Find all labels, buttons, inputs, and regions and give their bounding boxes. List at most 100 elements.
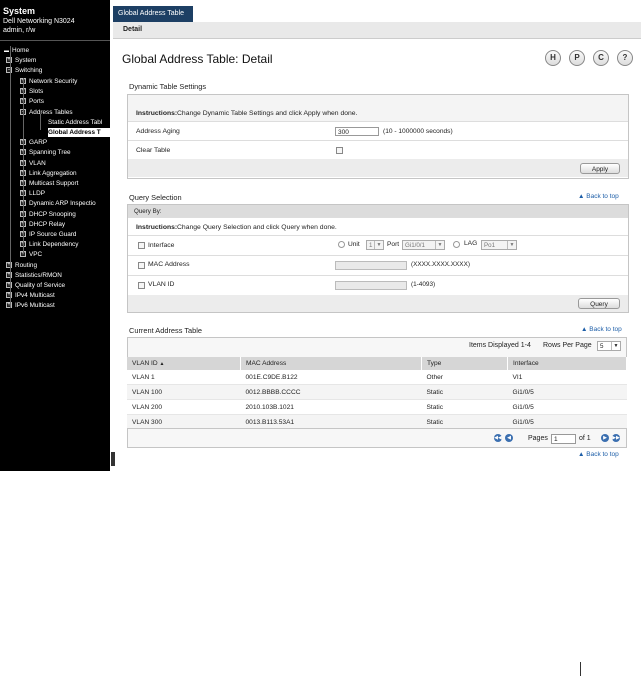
column-header-interface[interactable]: Interface (507, 357, 627, 370)
home-icon: ▬ (4, 48, 9, 54)
sidebar-item[interactable]: ▬ Home (4, 46, 29, 55)
collapse-icon[interactable]: - (6, 67, 12, 74)
mac-address-checkbox[interactable] (138, 262, 145, 269)
column-label: Interface (513, 360, 539, 367)
sidebar-item[interactable]: +IP Source Guard (20, 230, 76, 239)
column-header-vlan-id[interactable]: VLAN ID ▲ (127, 357, 241, 370)
sidebar-item[interactable]: + IPv6 Multicast (6, 301, 55, 310)
table-cell: VLAN 1 (127, 370, 241, 385)
sidebar-item-label: Home (12, 47, 30, 54)
lag-select[interactable]: Po1 ▼ (481, 240, 517, 250)
table-row[interactable]: VLAN 200 2010.103B.1021 Static Gi1/0/5 (127, 399, 627, 415)
back-to-top-link[interactable]: ▲ Back to top (578, 193, 619, 200)
vlan-id-checkbox[interactable] (138, 282, 145, 289)
rows-per-page-select[interactable]: 5 ▼ (597, 341, 621, 351)
unit-select[interactable]: 1 ▼ (366, 240, 384, 250)
sidebar-item[interactable]: +GARP (20, 138, 47, 147)
sidebar-item-label: Dynamic ARP Inspectio (29, 200, 96, 207)
table-row[interactable]: VLAN 100 0012.BBBB.CCCC Static Gi1/0/5 (127, 384, 627, 400)
tab-bar: Global Address Table (113, 6, 641, 22)
query-button[interactable]: Query (578, 298, 620, 309)
page-title: Global Address Table: Detail (122, 52, 273, 66)
unit-label: Unit (348, 241, 360, 248)
apply-bar: Apply (128, 159, 628, 177)
clear-table-row: Clear Table (128, 140, 628, 160)
sidebar-item[interactable]: +Dynamic ARP Inspectio (20, 199, 96, 208)
expand-icon[interactable]: + (6, 57, 12, 64)
interface-checkbox[interactable] (138, 242, 145, 249)
back-to-top-link[interactable]: ▲ Back to top (581, 326, 622, 333)
clear-table-checkbox[interactable] (336, 147, 343, 154)
sidebar-item-label: DHCP Relay (29, 221, 66, 228)
unit-radio[interactable] (338, 241, 345, 248)
sidebar-item[interactable]: Global Address T (48, 128, 110, 137)
sidebar-item[interactable]: + IPv4 Multicast (6, 291, 55, 300)
sidebar-item[interactable]: +Link Aggregation (20, 169, 77, 178)
port-value: Gi1/0/1 (405, 242, 425, 249)
expand-icon[interactable]: + (6, 302, 12, 309)
sidebar-item[interactable]: -Address Tables (20, 108, 73, 117)
query-instructions-label: Instructions: (136, 224, 178, 231)
mac-address-input[interactable] (335, 261, 407, 270)
port-select[interactable]: Gi1/0/1 ▼ (402, 240, 445, 250)
column-header-mac-address[interactable]: MAC Address (240, 357, 422, 370)
last-page-icon[interactable]: ▶▶ (612, 434, 620, 442)
column-label: Type (427, 360, 442, 367)
expand-icon[interactable]: + (6, 262, 12, 269)
items-displayed: Items Displayed 1-4 (469, 342, 531, 349)
page-margin-mark (580, 662, 581, 676)
next-page-icon[interactable]: ▶ (601, 434, 609, 442)
query-bar: Query (128, 295, 628, 312)
table-cell: Gi1/0/5 (507, 399, 627, 415)
print-icon[interactable]: P (569, 50, 585, 66)
tab-global-address-table[interactable]: Global Address Table (113, 6, 193, 22)
vlan-id-input[interactable] (335, 281, 407, 290)
port-label: Port (387, 241, 400, 248)
first-page-icon[interactable]: ◀◀ (494, 434, 502, 442)
sidebar-item[interactable]: +Link Dependency (20, 240, 78, 249)
subtab-bar: Detail (113, 22, 641, 39)
address-aging-input[interactable]: 300 (335, 127, 379, 136)
tree-connector (10, 46, 11, 308)
help-icon[interactable]: ? (617, 50, 633, 66)
instructions-row: Instructions: Change Dynamic Table Setti… (128, 95, 628, 122)
sidebar-item[interactable]: +Multicast Support (20, 179, 78, 188)
subtab-detail[interactable]: Detail (123, 26, 142, 33)
previous-page-icon[interactable]: ◀ (505, 434, 513, 442)
sidebar-resize-handle[interactable] (111, 452, 115, 466)
table-cell: 001E.C9DE.B122 (240, 370, 422, 385)
sidebar-item-label: VLAN (29, 160, 46, 167)
column-header-type[interactable]: Type (421, 357, 508, 370)
sidebar-item[interactable]: + Statistics/RMON (6, 271, 62, 280)
chevron-down-icon: ▼ (611, 342, 620, 350)
lag-label: LAG (464, 240, 478, 247)
table-cell: Static (421, 384, 508, 400)
query-instructions-text: Change Query Selection and click Query w… (177, 224, 337, 231)
expand-icon[interactable]: + (6, 292, 12, 299)
lag-radio[interactable] (453, 241, 460, 248)
sidebar-item-label: DHCP Snooping (29, 211, 76, 218)
sidebar-item[interactable]: + Quality of Service (6, 281, 65, 290)
table-cell: 0012.BBBB.CCCC (240, 384, 422, 400)
sidebar-item[interactable]: +Spanning Tree (20, 148, 71, 157)
table-row[interactable]: VLAN 1 001E.C9DE.B122 Other VI1 (127, 370, 627, 385)
sidebar-item-label: Statistics/RMON (15, 272, 62, 279)
sidebar-item[interactable]: Static Address Tabl (48, 118, 102, 127)
page-number-input[interactable]: 1 (551, 434, 576, 444)
sidebar-item[interactable]: +Network Security (20, 77, 77, 86)
expand-icon[interactable]: + (6, 272, 12, 279)
apply-button[interactable]: Apply (580, 163, 620, 174)
instructions-label: Instructions: (136, 110, 178, 117)
sidebar-item-label: IPv4 Multicast (15, 292, 55, 299)
sidebar-item[interactable]: +DHCP Relay (20, 220, 65, 229)
refresh-icon[interactable]: C (593, 50, 609, 66)
vlan-id-row: VLAN ID (1-4093) (128, 275, 628, 296)
address-table-body: VLAN 1 001E.C9DE.B122 Other VI1 VLAN 100 0012… (127, 370, 627, 430)
sidebar-item[interactable]: +DHCP Snooping (20, 210, 76, 219)
back-to-top-link[interactable]: ▲ Back to top (578, 451, 619, 458)
expand-icon[interactable]: + (6, 282, 12, 289)
sidebar-item-label: Link Dependency (29, 241, 79, 248)
sidebar-item[interactable]: - Switching (6, 66, 42, 75)
query-selection-panel: Query By: Instructions: Change Query Sel… (127, 204, 629, 313)
save-icon[interactable]: H (545, 50, 561, 66)
